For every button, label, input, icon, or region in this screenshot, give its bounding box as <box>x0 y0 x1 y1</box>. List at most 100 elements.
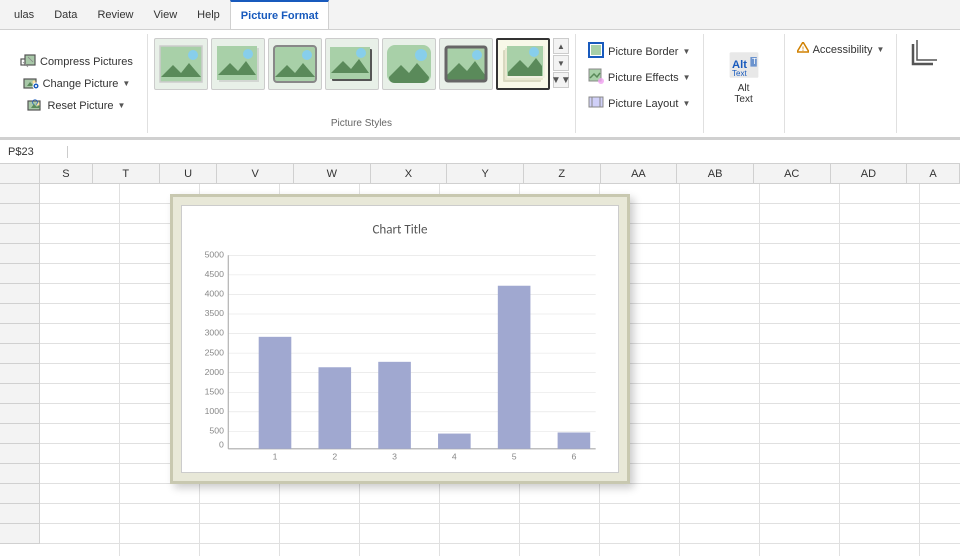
col-header-aa: AA <box>601 164 678 183</box>
svg-text:3: 3 <box>392 452 397 462</box>
row-header-8 <box>0 324 39 344</box>
chart-container[interactable]: Chart Title 5000 4500 4000 3500 3000 250… <box>170 194 630 484</box>
styles-scroll: ▲ ▼ ▼▼ <box>553 38 569 88</box>
reset-picture-label: Reset Picture <box>47 100 113 112</box>
picture-style-1[interactable] <box>154 38 208 90</box>
styles-container <box>154 38 550 90</box>
row-headers <box>0 184 40 544</box>
bar-4 <box>438 434 471 449</box>
col-header-u: U <box>160 164 218 183</box>
bar-2 <box>318 367 351 449</box>
svg-text:Text: Text <box>732 69 747 78</box>
svg-text:1500: 1500 <box>205 386 224 396</box>
col-header-t: T <box>93 164 160 183</box>
row-header-18 <box>0 524 39 544</box>
svg-text:4: 4 <box>452 452 457 462</box>
svg-text:5000: 5000 <box>205 249 224 259</box>
layout-dropdown-arrow: ▼ <box>682 99 690 108</box>
scroll-down-arrow[interactable]: ▼ <box>553 55 569 71</box>
col-header-w: W <box>294 164 371 183</box>
chart-title: Chart Title <box>372 222 428 238</box>
ribbon-body: Compress Pictures Change Picture ▼ Reset… <box>0 30 960 139</box>
row-header-7 <box>0 304 39 324</box>
accessibility-icon: ! <box>797 42 809 57</box>
alt-text-group: Alt Text T Alt Text <box>704 34 785 133</box>
picture-border-label: Picture Border <box>608 46 678 58</box>
border-dropdown-arrow: ▼ <box>682 47 690 56</box>
bar-5 <box>498 286 531 449</box>
picture-effects-label: Picture Effects <box>608 72 679 84</box>
tab-view[interactable]: View <box>144 0 188 29</box>
row-header-14 <box>0 444 39 464</box>
svg-text:T: T <box>752 57 757 66</box>
row-header-6 <box>0 284 39 304</box>
picture-border-icon <box>588 42 604 61</box>
change-picture-button[interactable]: Change Picture ▼ <box>19 74 135 94</box>
picture-style-4[interactable] <box>325 38 379 90</box>
col-header-ab: AB <box>677 164 754 183</box>
bar-1 <box>259 337 292 449</box>
svg-text:2: 2 <box>332 452 337 462</box>
change-picture-label: Change Picture <box>43 78 119 90</box>
picture-border-button[interactable]: Picture Border ▼ <box>584 40 694 63</box>
picture-style-2[interactable] <box>211 38 265 90</box>
chart-svg: Chart Title 5000 4500 4000 3500 3000 250… <box>190 214 610 464</box>
change-picture-icon <box>23 76 39 92</box>
effects-dropdown-arrow: ▼ <box>683 73 691 82</box>
accessibility-button[interactable]: ! Accessibility ▼ <box>793 40 889 59</box>
picture-style-5[interactable] <box>382 38 436 90</box>
sheet-area: S T U V W X Y Z AA AB AC AD A <box>0 164 960 556</box>
row-header-corner <box>0 164 40 183</box>
bar-3 <box>378 362 411 449</box>
row-header-10 <box>0 364 39 384</box>
adjust-group: Compress Pictures Change Picture ▼ Reset… <box>6 34 148 133</box>
row-header-4 <box>0 244 39 264</box>
alt-text-label-line1: Alt <box>734 83 752 94</box>
row-header-13 <box>0 424 39 444</box>
tab-picture-format[interactable]: Picture Format <box>230 0 330 29</box>
chart-inner: Chart Title 5000 4500 4000 3500 3000 250… <box>181 205 619 473</box>
svg-text:2000: 2000 <box>205 367 224 377</box>
alt-text-button[interactable]: Alt Text T Alt Text <box>716 45 772 109</box>
picture-style-6[interactable] <box>439 38 493 90</box>
svg-text:4000: 4000 <box>205 289 224 299</box>
picture-effects-button[interactable]: Picture Effects ▼ <box>584 66 695 89</box>
picture-style-3[interactable] <box>268 38 322 90</box>
crop-button[interactable] <box>905 38 941 70</box>
tab-review[interactable]: Review <box>87 0 143 29</box>
picture-layout-icon <box>588 94 604 113</box>
picture-style-7[interactable] <box>496 38 550 90</box>
row-header-12 <box>0 404 39 424</box>
svg-text:6: 6 <box>571 452 576 462</box>
col-header-s: S <box>40 164 93 183</box>
row-header-11 <box>0 384 39 404</box>
tab-bar: ulas Data Review View Help Picture Forma… <box>0 0 960 30</box>
styles-row <box>154 38 550 90</box>
alt-text-labels: Alt Text <box>734 83 752 105</box>
compress-pictures-label: Compress Pictures <box>40 56 133 68</box>
tab-ulas[interactable]: ulas <box>4 0 44 29</box>
svg-text:!: ! <box>802 47 804 53</box>
alt-text-label-line2: Text <box>734 94 752 105</box>
row-header-3 <box>0 224 39 244</box>
svg-text:5: 5 <box>512 452 517 462</box>
tab-help[interactable]: Help <box>187 0 230 29</box>
picture-format-group: Picture Border ▼ Picture Effects ▼ Pictu… <box>576 34 704 133</box>
alt-text-icon: Alt Text T <box>728 49 760 81</box>
tab-data[interactable]: Data <box>44 0 87 29</box>
col-header-ae: A <box>907 164 960 183</box>
scroll-more-arrow[interactable]: ▼▼ <box>553 72 569 88</box>
row-header-15 <box>0 464 39 484</box>
scroll-up-arrow[interactable]: ▲ <box>553 38 569 54</box>
svg-text:500: 500 <box>209 426 224 436</box>
reset-picture-button[interactable]: Reset Picture ▼ <box>23 96 129 116</box>
cell-reference: P$23 <box>8 146 68 158</box>
picture-layout-button[interactable]: Picture Layout ▼ <box>584 92 694 115</box>
compress-pictures-button[interactable]: Compress Pictures <box>16 52 137 72</box>
chart-frame: Chart Title 5000 4500 4000 3500 3000 250… <box>170 194 630 484</box>
col-header-v: V <box>217 164 294 183</box>
col-header-y: Y <box>447 164 524 183</box>
svg-text:3000: 3000 <box>205 328 224 338</box>
svg-text:3500: 3500 <box>205 308 224 318</box>
col-header-x: X <box>371 164 448 183</box>
